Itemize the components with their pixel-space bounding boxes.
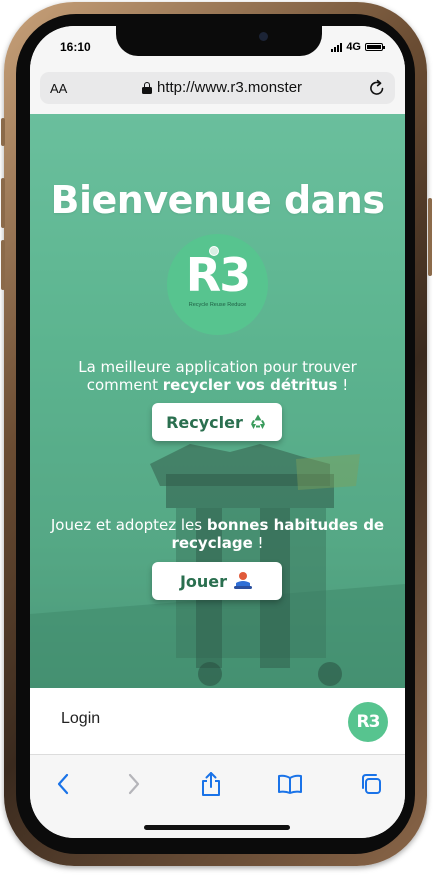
person-icon: [234, 572, 253, 589]
logo-text: R3: [185, 248, 251, 302]
tabs-icon: [362, 774, 381, 794]
logo-tagline: Recycle Reuse Reduce: [188, 302, 247, 308]
notch: [116, 26, 322, 56]
forward-button[interactable]: [119, 769, 149, 799]
book-icon: [278, 774, 302, 794]
tabs-button[interactable]: [356, 769, 386, 799]
chevron-left-icon: [57, 773, 69, 795]
text-size-button[interactable]: AA: [50, 81, 67, 96]
recycle-icon: [247, 412, 268, 432]
play-button[interactable]: Jouer: [152, 562, 282, 600]
volume-down-button: [1, 240, 5, 290]
back-button[interactable]: [48, 769, 78, 799]
hero-title: Bienvenue dans: [50, 178, 385, 222]
play-description: Jouez et adoptez les bonnes habitudes de…: [42, 516, 393, 552]
hero-section: Bienvenue dans R3 Recycle Reuse Reduce L…: [30, 114, 405, 688]
power-button: [428, 198, 432, 276]
chevron-right-icon: [128, 773, 140, 795]
status-time: 16:10: [60, 40, 91, 54]
play-intro-text: Jouez et adoptez les: [50, 516, 207, 534]
battery-icon: [365, 43, 385, 51]
camera-icon: [259, 32, 268, 41]
login-link[interactable]: Login: [61, 710, 100, 728]
bookmarks-button[interactable]: [275, 769, 305, 799]
address-bar[interactable]: AA http://www.r3.monster: [40, 72, 395, 104]
recycle-description: La meilleure application pour trouver co…: [42, 358, 393, 394]
url-display[interactable]: http://www.r3.monster: [142, 79, 302, 96]
play-end-text: !: [252, 534, 264, 552]
recycle-bold-text: recycler vos détritus: [162, 376, 338, 394]
app-bottom-bar: Login R3: [30, 688, 405, 754]
browser-toolbar: [30, 754, 405, 838]
network-type: 4G: [346, 41, 361, 53]
phone-screen: 16:10 4G AA http://www.r3.monster Bienve…: [30, 26, 405, 838]
url-text: http://www.r3.monster: [157, 79, 303, 96]
recycle-button[interactable]: Recycler: [152, 403, 282, 441]
home-indicator: [144, 825, 290, 830]
volume-up-button: [1, 178, 5, 228]
signal-icon: [331, 42, 343, 52]
r3-avatar[interactable]: R3: [348, 702, 388, 742]
status-indicators: 4G: [331, 41, 385, 53]
browser-address-area: AA http://www.r3.monster: [30, 70, 405, 114]
r3-logo: R3 Recycle Reuse Reduce: [167, 234, 268, 335]
recycle-button-label: Recycler: [166, 412, 243, 432]
share-button[interactable]: [196, 769, 226, 799]
status-bar: 16:10 4G: [30, 26, 405, 70]
share-icon: [202, 772, 220, 796]
reload-icon[interactable]: [367, 78, 387, 98]
recycle-end-text: !: [337, 376, 349, 394]
play-button-label: Jouer: [179, 571, 228, 591]
lock-icon: [142, 81, 152, 94]
silent-switch: [1, 118, 5, 146]
